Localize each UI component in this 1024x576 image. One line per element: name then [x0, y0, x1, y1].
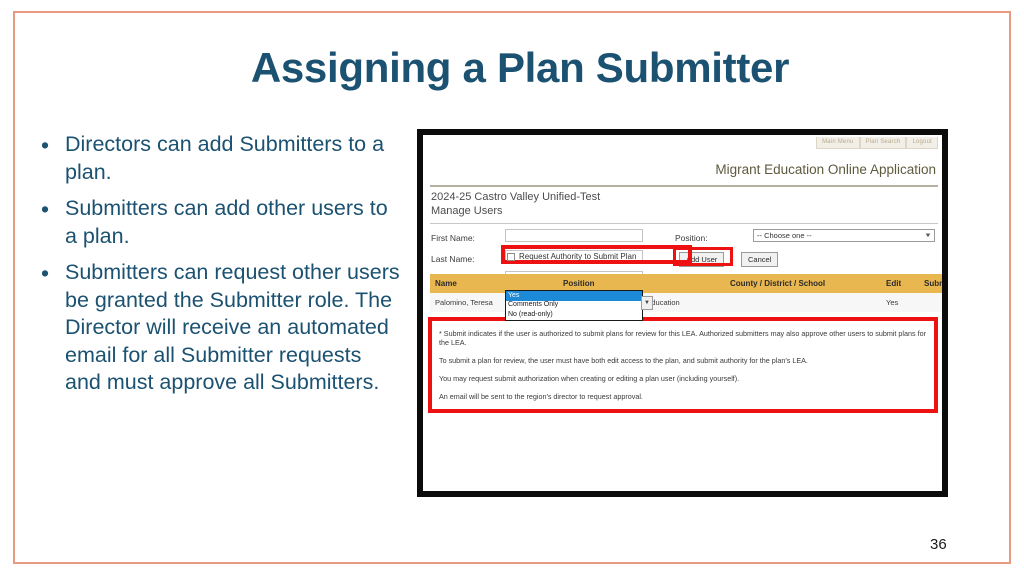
edit-dropdown-open[interactable]: Yes Comments Only No (read-only) ▼	[505, 290, 653, 321]
bullet-list: • Directors can add Submitters to a plan…	[28, 131, 403, 406]
list-item: • Submitters can request other users be …	[28, 259, 403, 397]
request-authority-label: Request Authority to Submit Plan	[519, 252, 637, 261]
position-label: Position:	[675, 233, 708, 243]
edit-option-no-read-only[interactable]: No (read-only)	[506, 310, 642, 320]
footnote-line: An email will be sent to the region's di…	[439, 392, 643, 401]
nav-link-logout[interactable]: Logout	[906, 137, 938, 149]
footnote-line: To submit a plan for review, the user mu…	[439, 356, 808, 365]
request-authority-checkbox[interactable]	[507, 252, 515, 261]
slide-canvas: Assigning a Plan Submitter • Directors c…	[0, 0, 1024, 576]
bullet-marker-icon: •	[41, 132, 50, 158]
header-divider	[430, 185, 938, 187]
form-divider	[430, 223, 938, 224]
cell-county-district-school	[725, 293, 881, 312]
column-header-submit: Submit*	[919, 274, 942, 293]
chevron-down-icon[interactable]: ▼	[641, 296, 653, 310]
first-name-label: First Name:	[431, 233, 475, 243]
nav-link-plan-search[interactable]: Plan Search	[859, 137, 907, 149]
app-top-nav: Main Menu Plan Search Logout	[816, 137, 938, 149]
edit-option-yes[interactable]: Yes	[506, 291, 642, 301]
request-authority-row[interactable]: Request Authority to Submit Plan	[507, 252, 636, 261]
page-title: Assigning a Plan Submitter	[250, 44, 790, 91]
position-select[interactable]: -- Choose one -- ▼	[753, 229, 935, 242]
bullet-marker-icon: •	[41, 260, 50, 286]
list-item: • Directors can add Submitters to a plan…	[28, 131, 403, 186]
app-title: Migrant Education Online Application	[715, 162, 936, 177]
add-user-button[interactable]: Add User	[679, 252, 725, 267]
footnote-line: * Submit indicates if the user is author…	[439, 329, 926, 347]
column-header-edit: Edit	[881, 274, 919, 293]
last-name-label: Last Name:	[431, 254, 475, 264]
bullet-text: Submitters can add other users to a plan…	[65, 196, 388, 248]
bullet-marker-icon: •	[41, 196, 50, 222]
footnote-line: You may request submit authorization whe…	[439, 374, 740, 383]
chevron-down-icon: ▼	[924, 232, 932, 239]
page-heading: Manage Users	[431, 205, 503, 217]
app-screenshot: Main Menu Plan Search Logout Migrant Edu…	[417, 129, 948, 497]
bullet-text: Submitters can request other users be gr…	[65, 260, 400, 394]
column-header-county-district-school: County / District / School	[725, 274, 881, 293]
bullet-text: Directors can add Submitters to a plan.	[65, 132, 385, 184]
position-select-value: -- Choose one --	[757, 231, 812, 240]
nav-link-main-menu[interactable]: Main Menu	[816, 137, 860, 149]
cell-edit: Yes	[881, 293, 919, 312]
first-name-input[interactable]	[505, 229, 643, 242]
edit-option-comments-only[interactable]: Comments Only	[506, 301, 642, 311]
list-item: • Submitters can add other users to a pl…	[28, 195, 403, 250]
cancel-button[interactable]: Cancel	[741, 252, 779, 267]
footnotes-highlight-block: * Submit indicates if the user is author…	[428, 317, 938, 413]
slide-page-number: 36	[930, 536, 947, 553]
cell-submit	[919, 293, 942, 312]
plan-name: 2024-25 Castro Valley Unified-Test	[431, 191, 601, 203]
